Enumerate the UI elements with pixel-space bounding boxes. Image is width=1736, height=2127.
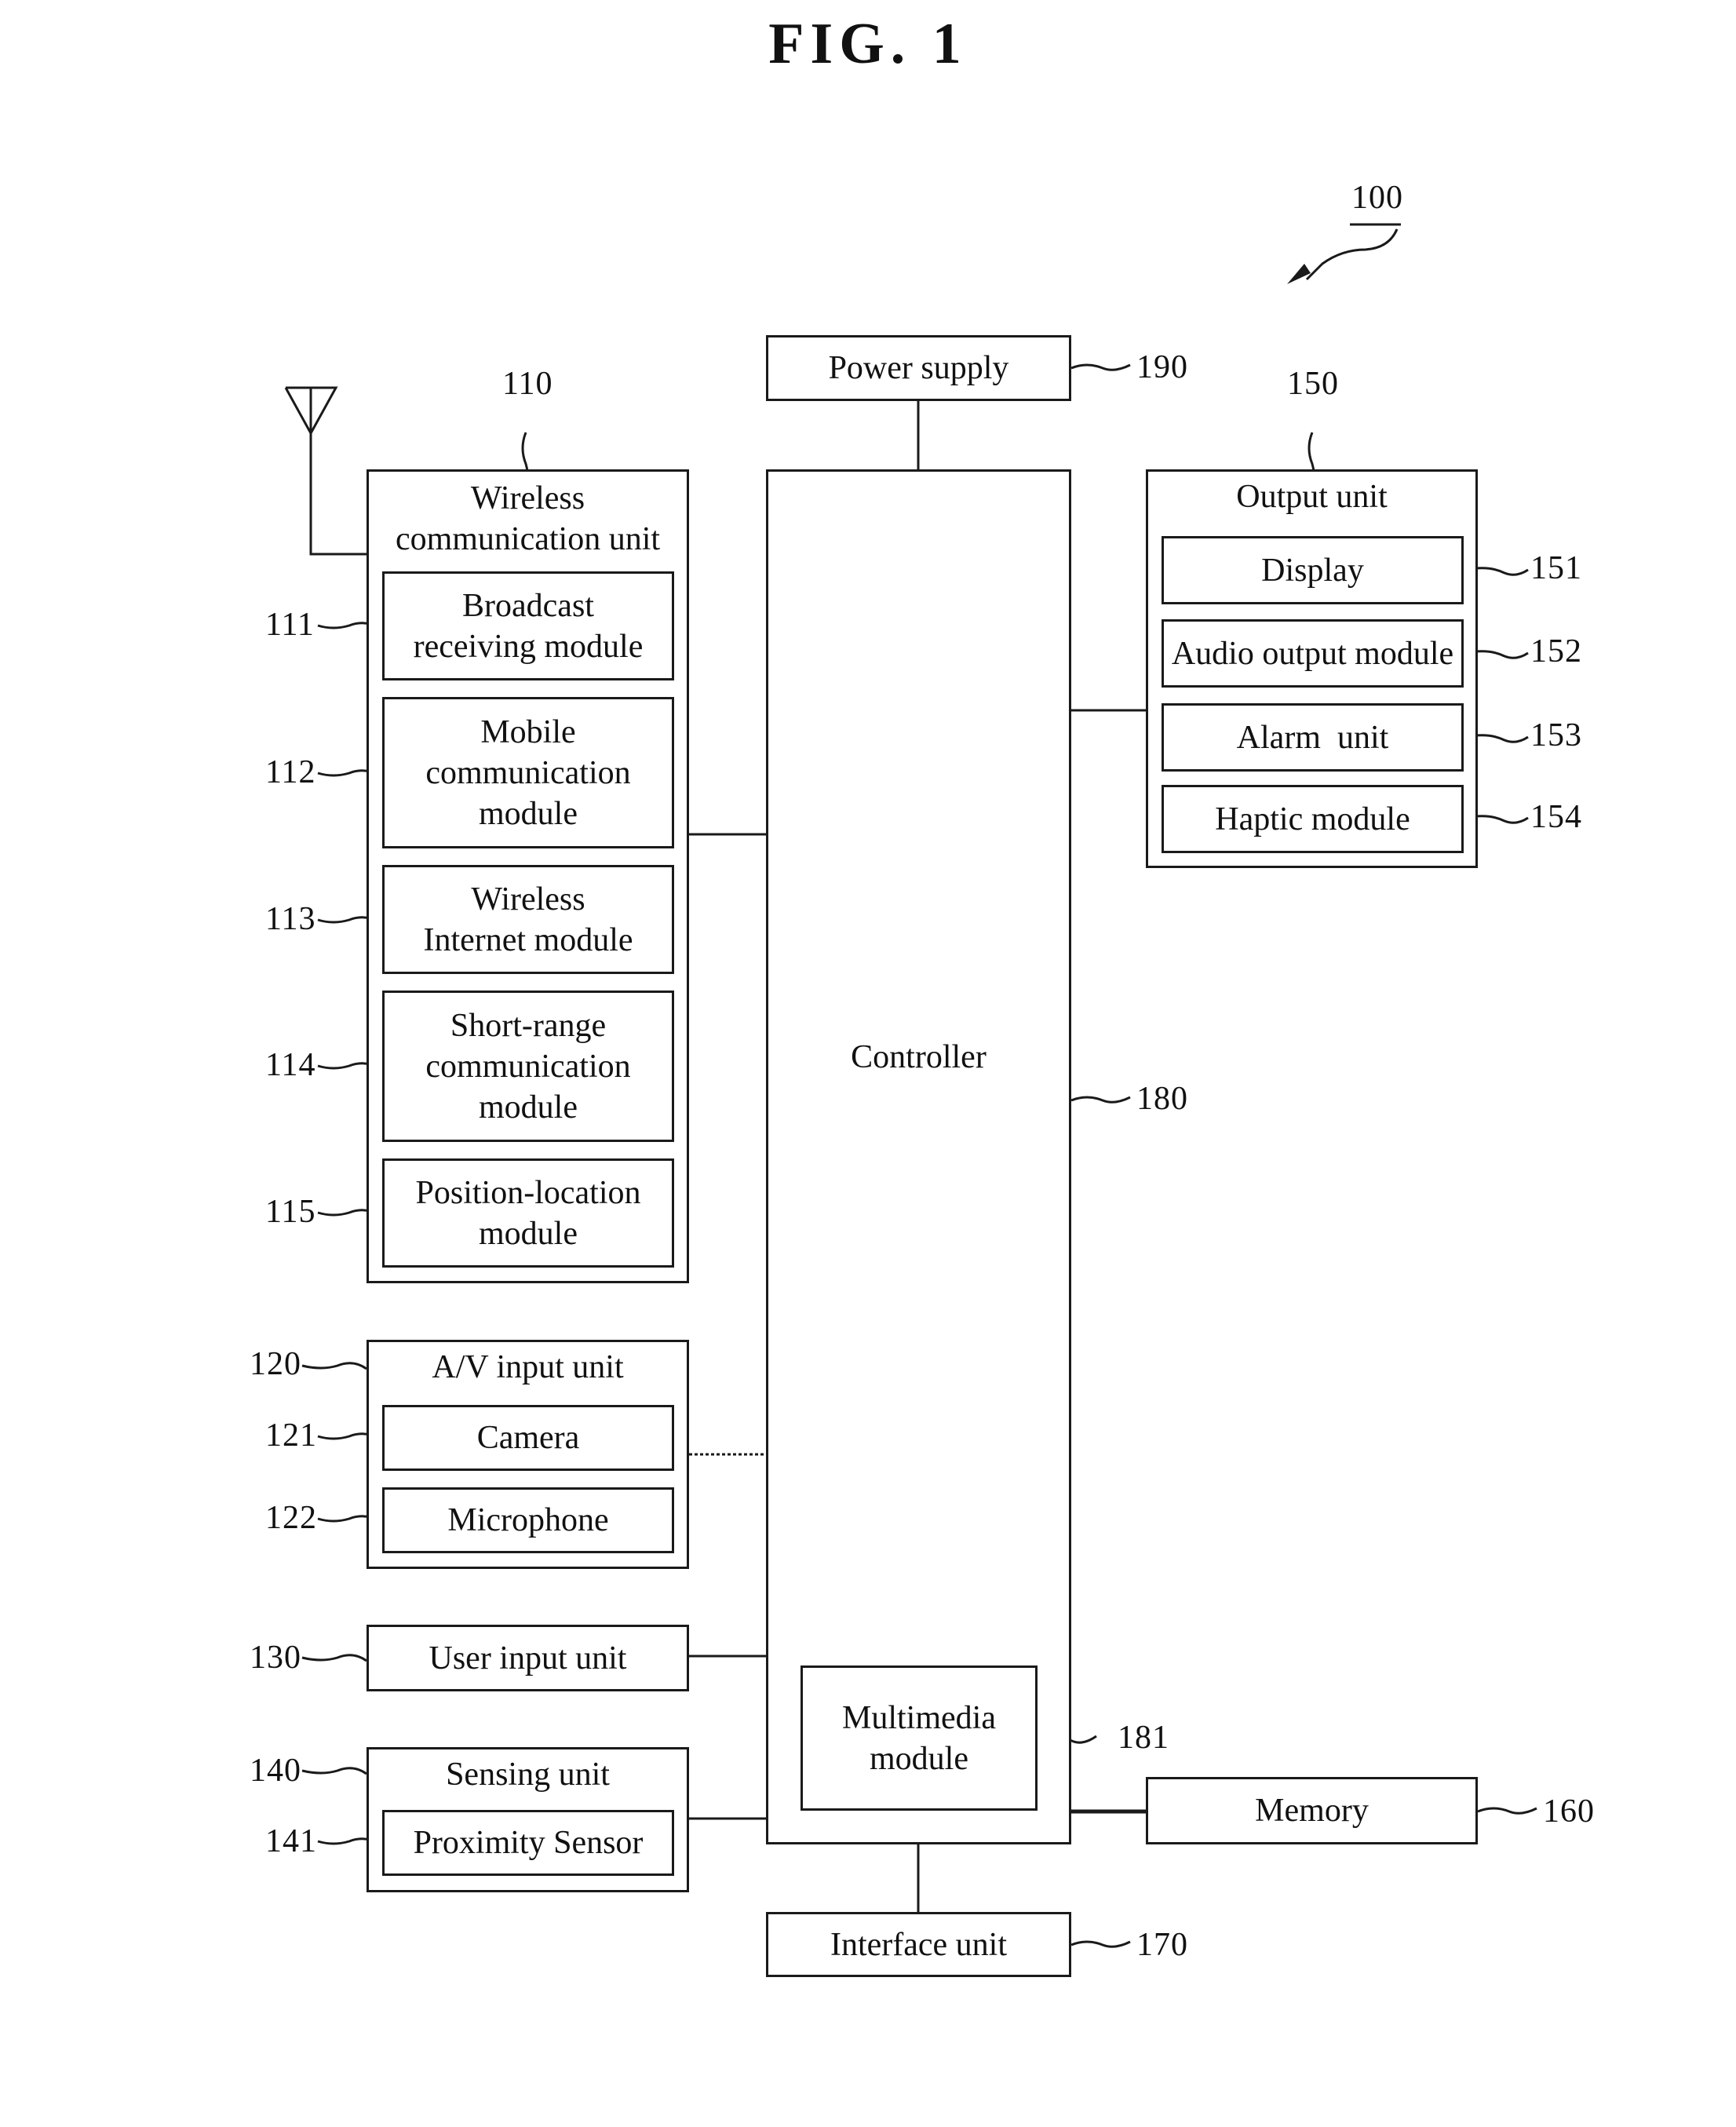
mobile-communication-module: Mobile communication module xyxy=(382,697,674,848)
ref-141: 141 xyxy=(265,1823,317,1859)
sensing-unit-label: Sensing unit xyxy=(446,1757,610,1793)
alarm-unit: Alarm unit xyxy=(1162,703,1464,772)
camera-module: Camera xyxy=(382,1405,674,1471)
module-label: Microphone xyxy=(447,1502,609,1538)
power-supply-label: Power supply xyxy=(828,350,1009,386)
interface-unit: Interface unit xyxy=(766,1912,1071,1977)
av-input-unit: A/V input unit Camera Microphone xyxy=(367,1340,689,1569)
display-module: Display xyxy=(1162,536,1464,604)
ref-115: 115 xyxy=(265,1194,316,1230)
output-unit-label: Output unit xyxy=(1236,479,1388,515)
leader-170 xyxy=(1070,1940,1131,1948)
module-label: Audio output module xyxy=(1171,635,1454,672)
ref-120: 120 xyxy=(250,1346,301,1382)
leader-140 xyxy=(301,1767,367,1775)
controller-block: Controller Multimedia module xyxy=(766,469,1071,1844)
ref-152: 152 xyxy=(1530,633,1582,669)
multimedia-module-block: Multimedia module xyxy=(801,1665,1038,1811)
ref-110: 110 xyxy=(502,366,553,402)
leader-160 xyxy=(1477,1807,1537,1815)
position-location-module: Position-location module xyxy=(382,1158,674,1268)
wireless-internet-module: Wireless Internet module xyxy=(382,865,674,974)
ref-121: 121 xyxy=(265,1417,317,1454)
module-label: Position-location module xyxy=(415,1174,641,1252)
av-input-label: A/V input unit xyxy=(432,1349,624,1385)
leader-180 xyxy=(1070,1096,1131,1104)
module-label: Haptic module xyxy=(1215,801,1410,837)
audio-output-module: Audio output module xyxy=(1162,619,1464,688)
output-unit: Output unit Display Audio output module … xyxy=(1146,469,1478,868)
wireless-communication-unit: Wireless communication unit Broadcast re… xyxy=(367,469,689,1283)
user-input-label: User input unit xyxy=(429,1640,627,1676)
module-label: Wireless Internet module xyxy=(423,881,633,958)
leader-190 xyxy=(1070,363,1131,371)
ref-100: 100 xyxy=(1351,180,1403,216)
ref-153: 153 xyxy=(1530,717,1582,753)
ref-180: 180 xyxy=(1136,1081,1188,1117)
module-label: Alarm unit xyxy=(1236,719,1389,756)
ref-190: 190 xyxy=(1136,349,1188,385)
module-label: Display xyxy=(1261,552,1364,589)
leader-120 xyxy=(301,1362,367,1370)
ref-130: 130 xyxy=(250,1640,301,1676)
arrowhead-icon xyxy=(1287,264,1311,284)
module-label: Broadcast receiving module xyxy=(413,587,644,665)
memory-label: Memory xyxy=(1255,1793,1369,1829)
controller-label: Controller xyxy=(851,1039,987,1075)
ref-181: 181 xyxy=(1118,1720,1169,1756)
user-input-unit: User input unit xyxy=(367,1625,689,1691)
module-label: Proximity Sensor xyxy=(413,1825,644,1861)
microphone-module: Microphone xyxy=(382,1487,674,1553)
ref-154: 154 xyxy=(1530,799,1582,835)
memory-block: Memory xyxy=(1146,1777,1478,1844)
ref-113: 113 xyxy=(265,901,316,937)
antenna-icon xyxy=(284,386,367,556)
module-label: Camera xyxy=(476,1420,580,1456)
haptic-module: Haptic module xyxy=(1162,785,1464,853)
ref-122: 122 xyxy=(265,1500,317,1536)
wireless-unit-label: Wireless communication unit xyxy=(395,480,661,557)
ref-114: 114 xyxy=(265,1047,316,1083)
short-range-communication-module: Short-range communication module xyxy=(382,991,674,1142)
sensing-unit: Sensing unit Proximity Sensor xyxy=(367,1747,689,1892)
ref-170: 170 xyxy=(1136,1927,1188,1963)
ref-140: 140 xyxy=(250,1753,301,1789)
ref-111: 111 xyxy=(265,607,315,643)
broadcast-receiving-module: Broadcast receiving module xyxy=(382,571,674,680)
interface-unit-label: Interface unit xyxy=(830,1926,1008,1963)
proximity-sensor: Proximity Sensor xyxy=(382,1810,674,1876)
ref-151: 151 xyxy=(1530,550,1582,586)
ref-100-arrow xyxy=(1305,228,1399,281)
ref-112: 112 xyxy=(265,754,316,790)
power-supply-block: Power supply xyxy=(766,335,1071,401)
ref-150: 150 xyxy=(1287,366,1339,402)
module-label: Short-range communication module xyxy=(425,1007,631,1126)
module-label: Mobile communication module xyxy=(425,713,631,832)
multimedia-module-label: Multimedia module xyxy=(842,1699,996,1777)
leader-130 xyxy=(301,1654,367,1662)
ref-160: 160 xyxy=(1543,1793,1595,1830)
